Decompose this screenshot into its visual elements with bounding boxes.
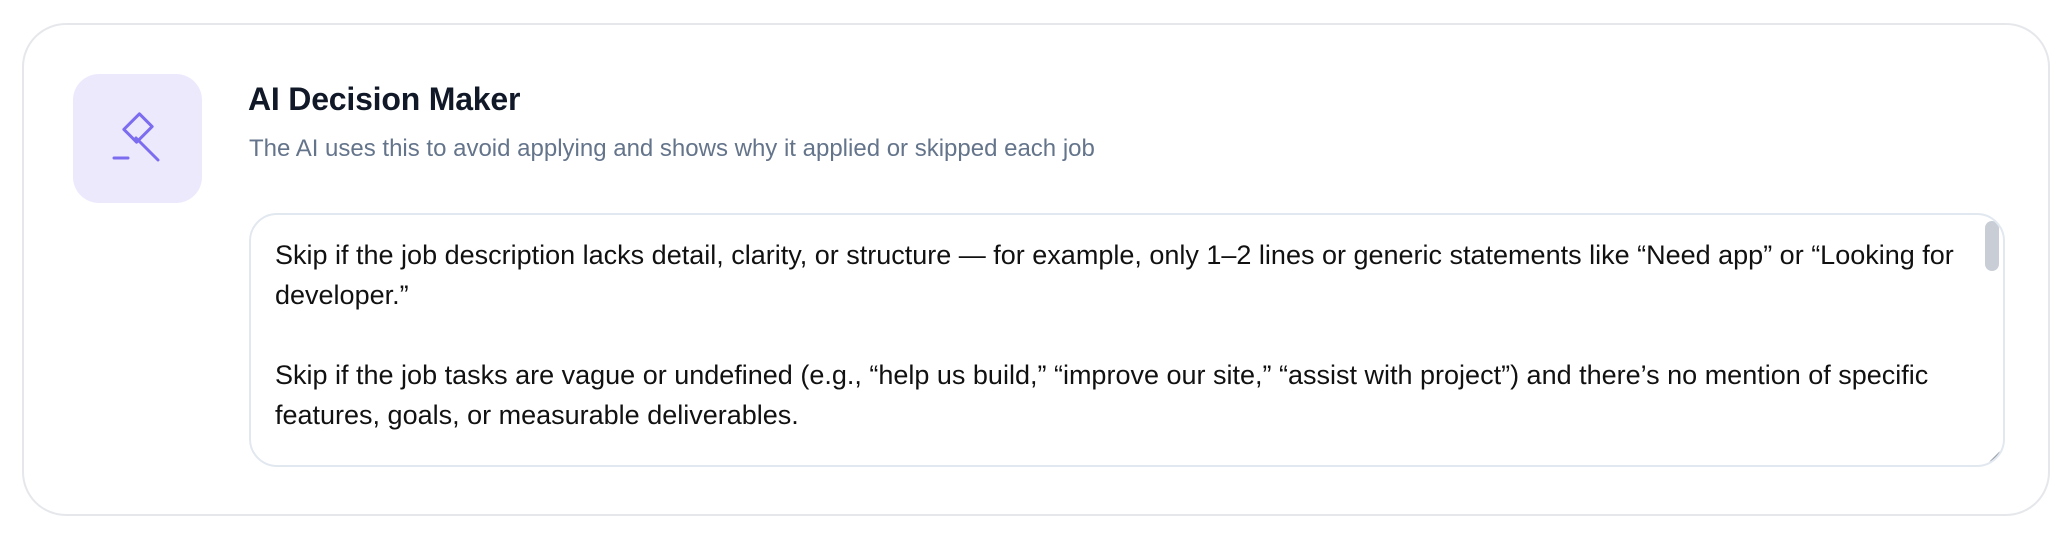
- card-title: AI Decision Maker: [248, 81, 521, 117]
- textarea-content[interactable]: Skip if the job description lacks detail…: [275, 235, 1965, 465]
- icon-tile: [73, 74, 202, 203]
- textarea-scrollbar[interactable]: [1981, 215, 2003, 465]
- eraser-icon: [110, 108, 166, 169]
- resize-handle-icon[interactable]: [1987, 449, 2001, 463]
- rule-paragraph-1: Skip if the job description lacks detail…: [275, 240, 1954, 310]
- rule-paragraph-2: Skip if the job tasks are vague or undef…: [275, 360, 1929, 430]
- decision-rules-textarea[interactable]: Skip if the job description lacks detail…: [249, 213, 2005, 467]
- scrollbar-thumb[interactable]: [1985, 221, 1999, 271]
- card-subtitle: The AI uses this to avoid applying and s…: [249, 135, 1095, 162]
- ai-decision-maker-card: AI Decision Maker The AI uses this to av…: [22, 23, 2050, 516]
